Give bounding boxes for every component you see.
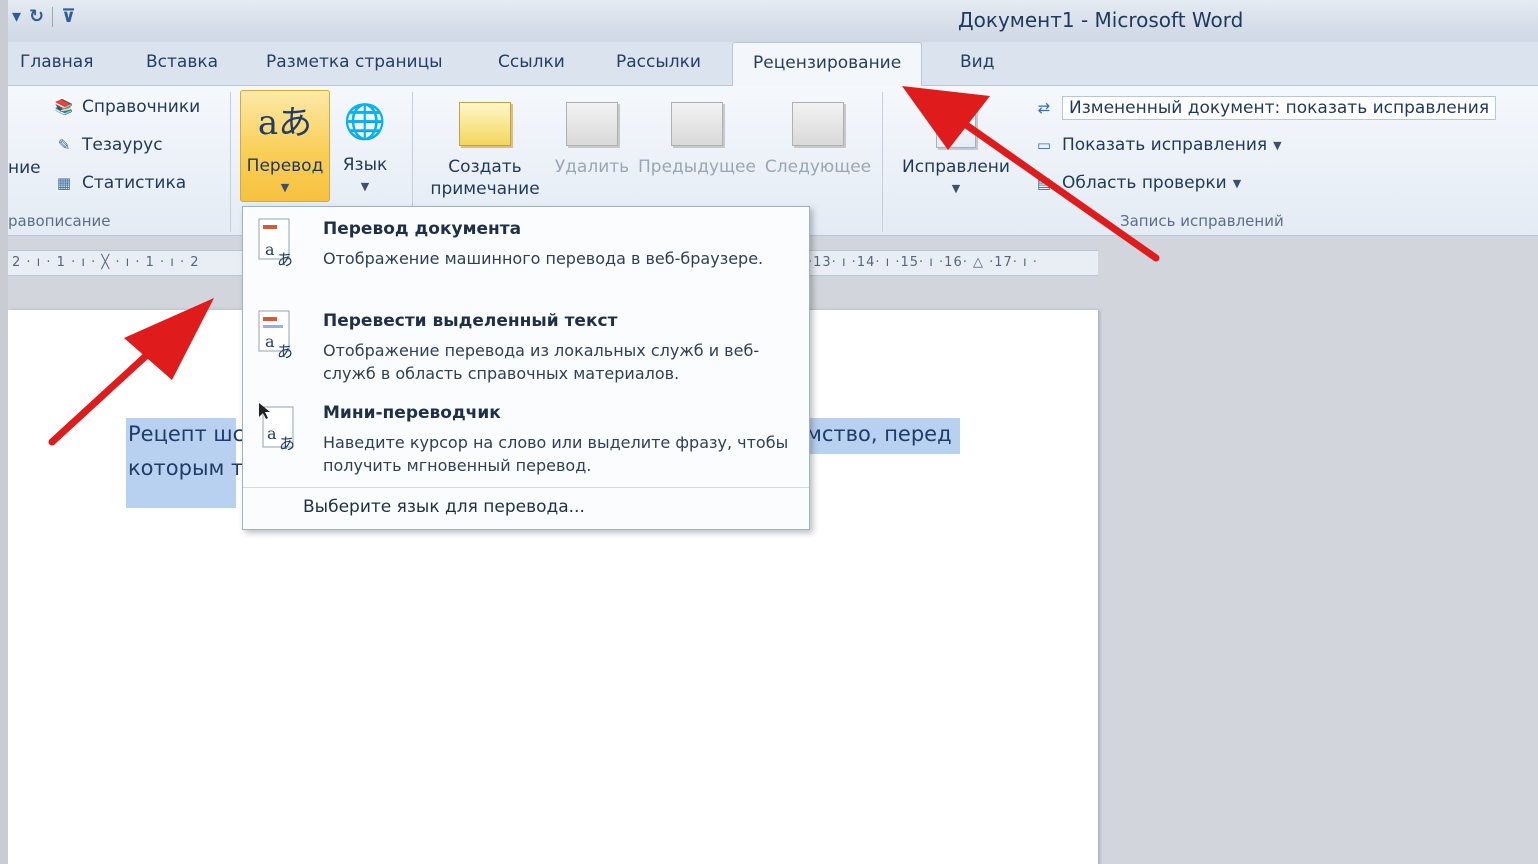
- show-markup-icon: ▭: [1036, 136, 1052, 154]
- menu-item-title: Мини-переводчик: [323, 403, 501, 423]
- note-icon: [566, 102, 618, 146]
- tab-references[interactable]: Ссылки: [498, 52, 565, 72]
- selected-text-line1-left[interactable]: Рецепт шс: [126, 418, 244, 454]
- new-comment-label: Создать примечание: [430, 157, 540, 199]
- svg-text:あ: あ: [277, 250, 293, 269]
- spelling-partial-label[interactable]: ние: [8, 158, 41, 178]
- svg-text:あ: あ: [279, 434, 295, 453]
- chevron-down-icon: ▼: [951, 182, 961, 195]
- menu-item-description: Отображение перевода из локальных служб …: [323, 341, 760, 383]
- translate-document-icon: a あ: [258, 218, 293, 269]
- next-comment-label: Следующее: [764, 157, 872, 177]
- window-title: Документ1 - Microsoft Word: [958, 8, 1244, 32]
- qat-separator: [52, 6, 54, 27]
- show-markup-label: Показать исправления: [1062, 135, 1268, 155]
- chevron-down-icon: ▼: [1232, 176, 1242, 190]
- research-label: Справочники: [82, 97, 201, 117]
- translate-button[interactable]: aあ Перевод ▼: [240, 90, 330, 202]
- chevron-down-icon: ▼: [360, 180, 370, 193]
- translate-menu: a あ Перевод документа Отображение машинн…: [242, 206, 810, 530]
- menu-item-title: Перевод документа: [323, 219, 522, 239]
- word-count-label: Статистика: [82, 173, 187, 193]
- delete-comment-icon: [552, 96, 632, 152]
- delete-comment-label: Удалить: [554, 157, 630, 177]
- new-comment-button[interactable]: Создать примечание: [420, 96, 550, 206]
- tab-view[interactable]: Вид: [960, 52, 994, 72]
- mini-translator-icon: a あ: [259, 403, 295, 453]
- tab-insert[interactable]: Вставка: [146, 52, 218, 72]
- language-label: Язык: [342, 155, 388, 175]
- note-icon: [459, 102, 511, 146]
- thesaurus-label: Тезаурус: [82, 135, 163, 155]
- track-changes-label: Исправлени: [902, 157, 1010, 177]
- translate-label: Перевод: [246, 156, 324, 176]
- thesaurus-icon: ✎: [57, 136, 71, 154]
- display-for-review-select[interactable]: ⇄ Измененный документ: показать исправле…: [1032, 96, 1497, 120]
- ruler-right-marks: ·13· ı ·14· ı ·15· ı ·16· △ ·17· ı ·: [808, 255, 1038, 270]
- group-separator: [882, 92, 883, 232]
- svg-text:a: a: [265, 240, 275, 259]
- globe-icon: 🌐: [343, 102, 387, 142]
- word-count-icon: ▦: [56, 174, 72, 192]
- selected-text-line1-right[interactable]: мство, перед: [802, 418, 960, 454]
- group-separator: [230, 92, 231, 232]
- customize-dropdown-icon[interactable]: ▾: [12, 6, 21, 27]
- reviewing-pane-button[interactable]: ▤ Область проверки ▼: [1032, 172, 1241, 194]
- tab-page-layout[interactable]: Разметка страницы: [266, 52, 443, 72]
- tab-mailings[interactable]: Рассылки: [616, 52, 701, 72]
- research-icon: 📚: [54, 98, 74, 116]
- display-review-icon: ⇄: [1037, 99, 1051, 117]
- previous-comment-icon: [636, 96, 758, 152]
- menu-item-description: Отображение машинного перевода в веб-бра…: [323, 249, 764, 268]
- track-changes-icon: [892, 96, 1020, 152]
- note-icon: [671, 102, 723, 146]
- note-icon: [792, 102, 844, 146]
- previous-comment-label: Предыдущее: [638, 157, 756, 177]
- ribbon-tabs: Главная Вставка Разметка страницы Ссылки…: [8, 42, 1538, 87]
- word-count-button[interactable]: ▦ Статистика: [52, 172, 186, 194]
- menu-item-mini-translator[interactable]: a あ Мини-переводчик Наведите курсор на с…: [243, 391, 809, 483]
- tracking-group-label: Запись исправлений: [1120, 212, 1284, 230]
- reviewing-pane-label: Область проверки: [1062, 173, 1227, 193]
- svg-text:あ: あ: [277, 342, 293, 361]
- reviewing-pane-icon: ▤: [1036, 174, 1052, 192]
- svg-text:a: a: [265, 332, 275, 351]
- title-bar: ▾ ↻ ⊽ Документ1 - Microsoft Word: [8, 0, 1538, 42]
- menu-item-title: Перевести выделенный текст: [323, 311, 618, 331]
- research-button[interactable]: 📚 Справочники: [52, 96, 200, 118]
- next-comment-button[interactable]: Следующее: [762, 96, 874, 206]
- menu-item-description: Наведите курсор на слово или выделите фр…: [323, 433, 789, 475]
- new-comment-icon: [420, 96, 550, 152]
- chevron-down-icon: ▼: [1273, 138, 1282, 152]
- translate-icon: aあ: [257, 103, 313, 143]
- document-icon: [936, 100, 976, 148]
- track-changes-button[interactable]: Исправлени ▼: [892, 96, 1020, 206]
- show-markup-button[interactable]: ▭ Показать исправления ▼: [1032, 134, 1282, 156]
- next-comment-icon: [762, 96, 874, 152]
- qat-menu-icon[interactable]: ⊽: [61, 6, 76, 27]
- display-review-value: Измененный документ: показать исправлени…: [1062, 96, 1497, 120]
- thesaurus-button[interactable]: ✎ Тезаурус: [52, 134, 163, 156]
- word-window: ▾ ↻ ⊽ Документ1 - Microsoft Word Главная…: [8, 0, 1538, 864]
- translate-selection-icon: a あ: [258, 310, 293, 361]
- previous-comment-button[interactable]: Предыдущее: [636, 96, 758, 206]
- redo-icon[interactable]: ↻: [29, 6, 44, 27]
- ruler-left-marks: 2 · ı · 1 · ı · ╳ · ı · 1 · ı · 2: [12, 255, 200, 270]
- proofing-group-label: равописание: [8, 212, 111, 230]
- delete-comment-button[interactable]: Удалить: [552, 96, 632, 206]
- tab-review[interactable]: Рецензирование: [732, 42, 923, 87]
- svg-text:a: a: [267, 424, 277, 443]
- menu-item-translate-document[interactable]: a あ Перевод документа Отображение машинн…: [243, 207, 809, 299]
- quick-access-toolbar: ▾ ↻ ⊽: [12, 6, 76, 27]
- choose-translation-language-item[interactable]: Выберите язык для перевода...: [303, 497, 585, 517]
- selected-text-line2-left[interactable]: которым т: [126, 454, 243, 508]
- menu-separator: [243, 487, 809, 488]
- menu-item-translate-selection[interactable]: a あ Перевести выделенный текст Отображен…: [243, 299, 809, 391]
- chevron-down-icon: ▼: [280, 181, 290, 194]
- tab-home[interactable]: Главная: [20, 52, 93, 72]
- language-button[interactable]: 🌐 Язык ▼: [334, 90, 396, 202]
